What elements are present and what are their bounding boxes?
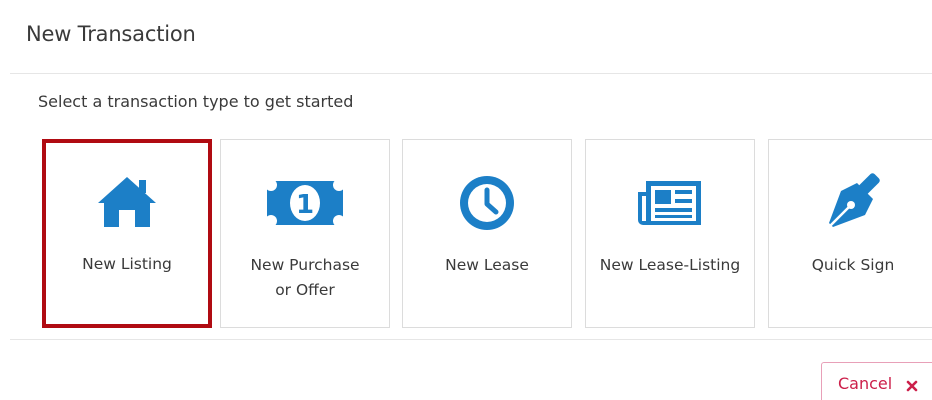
close-icon — [906, 377, 918, 396]
transaction-type-new-lease-listing[interactable]: New Lease-Listing — [585, 139, 755, 328]
header-divider — [10, 73, 932, 74]
newspaper-icon — [586, 173, 754, 233]
pen-nib-icon — [769, 173, 932, 233]
cancel-label: Cancel — [838, 374, 893, 393]
transaction-type-label: New Purchase or Offer — [250, 256, 360, 299]
dialog-title: New Transaction — [26, 22, 196, 46]
new-transaction-dialog: New Transaction Select a transaction typ… — [0, 0, 932, 400]
transaction-type-label: Quick Sign — [811, 256, 895, 274]
cancel-button[interactable]: Cancel — [821, 362, 932, 400]
transaction-type-label: New Lease-Listing — [599, 256, 741, 274]
transaction-type-new-purchase[interactable]: 1 New Purchase or Offer — [220, 139, 390, 328]
footer-divider — [10, 339, 932, 340]
money-icon: 1 — [221, 173, 389, 233]
transaction-type-quick-sign[interactable]: Quick Sign — [768, 139, 932, 328]
transaction-type-new-lease[interactable]: New Lease — [402, 139, 572, 328]
transaction-type-new-listing[interactable]: New Listing — [42, 139, 212, 328]
transaction-type-label: New Lease — [445, 256, 529, 274]
instruction-text: Select a transaction type to get started — [38, 92, 354, 111]
transaction-type-label: New Listing — [82, 255, 172, 273]
clock-icon — [403, 173, 571, 233]
transaction-type-list: New Listing 1 New Purchase or Offer New … — [38, 139, 932, 329]
svg-text:1: 1 — [296, 190, 314, 220]
house-icon — [46, 172, 208, 232]
